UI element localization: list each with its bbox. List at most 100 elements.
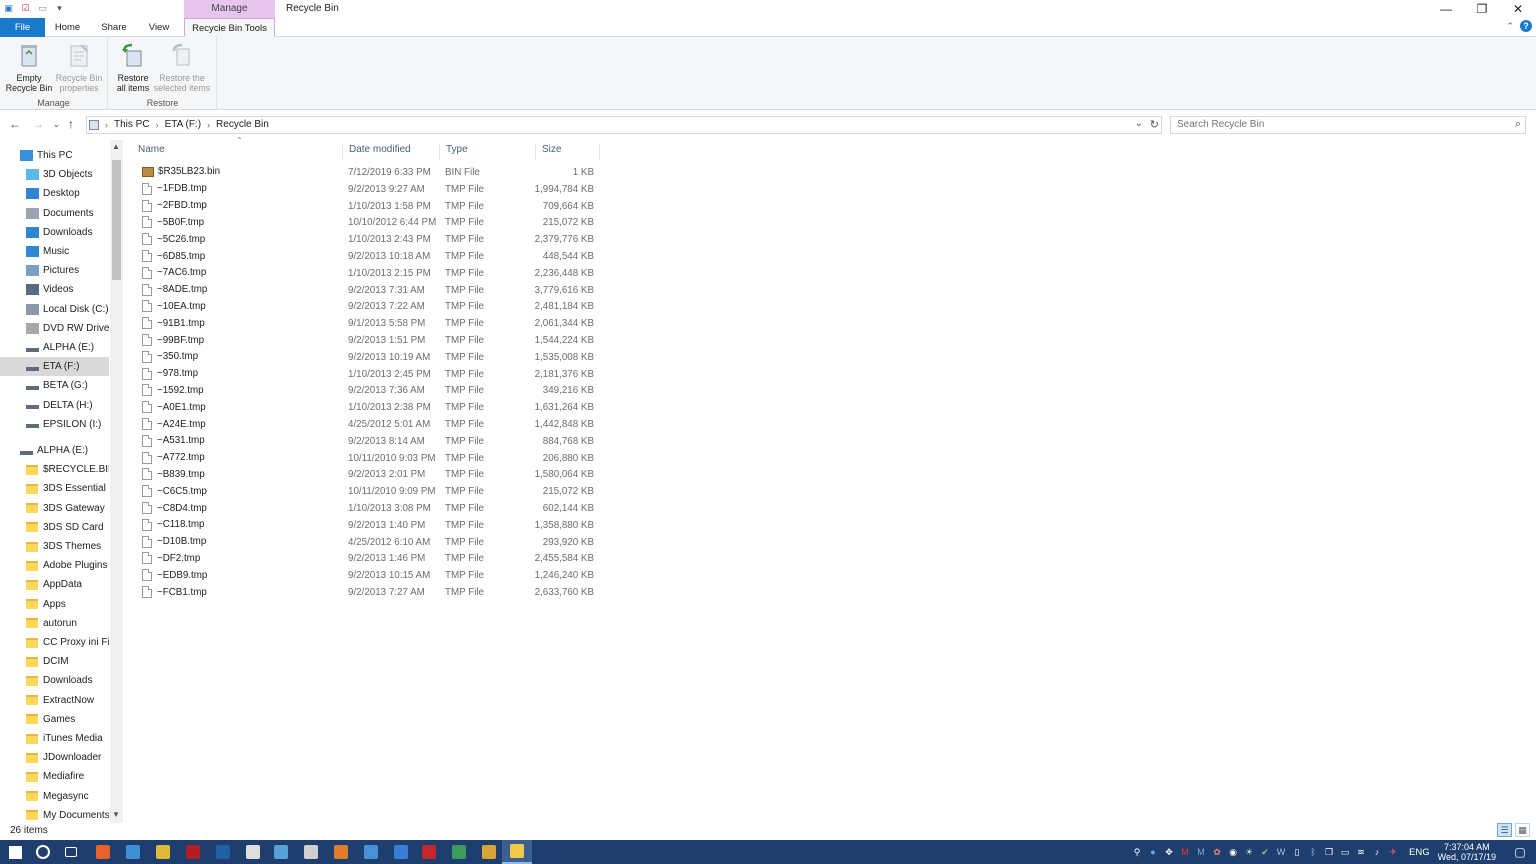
- file-row[interactable]: ~10EA.tmp 9/2/2013 7:22 AM TMP File 2,481,1…: [132, 298, 602, 315]
- search-box[interactable]: ⌕: [1170, 116, 1526, 134]
- calculator-icon[interactable]: [296, 840, 326, 864]
- tray-app-icon[interactable]: M: [1193, 840, 1209, 864]
- file-row[interactable]: ~A0E1.tmp 1/10/2013 2:38 PM TMP File 1,631,…: [132, 399, 602, 416]
- tray-app-icon[interactable]: ✥: [1161, 840, 1177, 864]
- steam-icon[interactable]: ◉: [1225, 840, 1241, 864]
- filezilla-icon[interactable]: [414, 840, 444, 864]
- tray-app-icon[interactable]: ✿: [1209, 840, 1225, 864]
- restore-all-items-button[interactable]: Restore all items: [111, 41, 155, 93]
- tray-app-icon[interactable]: ✔: [1257, 840, 1273, 864]
- chevron-up-icon[interactable]: ⌃: [1506, 21, 1514, 32]
- photoshop-icon[interactable]: [208, 840, 238, 864]
- scroll-up-icon[interactable]: ▲: [112, 142, 120, 151]
- nav-item[interactable]: autorun: [0, 614, 109, 633]
- nav-item[interactable]: ALPHA (E:): [0, 338, 109, 357]
- nav-item[interactable]: BETA (G:): [0, 376, 109, 395]
- scroll-down-icon[interactable]: ▼: [112, 810, 120, 819]
- breadcrumb-this-pc[interactable]: This PC: [114, 119, 150, 130]
- usb-icon[interactable]: ▯: [1289, 840, 1305, 864]
- app-icon[interactable]: [444, 840, 474, 864]
- word-icon[interactable]: W: [1273, 840, 1289, 864]
- people-icon[interactable]: ⚲: [1129, 840, 1145, 864]
- nav-item[interactable]: This PC: [0, 146, 109, 165]
- nav-item[interactable]: 3DS SD Card: [0, 518, 109, 537]
- battery-icon[interactable]: ▭: [1337, 840, 1353, 864]
- file-row[interactable]: ~FCB1.tmp 9/2/2013 7:27 AM TMP File 2,633,7…: [132, 584, 602, 601]
- firefox-icon[interactable]: [88, 840, 118, 864]
- explorer-icon[interactable]: ▣: [2, 2, 15, 15]
- restore-button[interactable]: ❐: [1464, 0, 1500, 18]
- tab-home[interactable]: Home: [45, 18, 90, 37]
- file-row[interactable]: ~DF2.tmp 9/2/2013 1:46 PM TMP File 2,455,58…: [132, 550, 602, 567]
- nav-item[interactable]: My Documents: [0, 806, 109, 823]
- nav-item[interactable]: ETA (F:): [0, 357, 109, 377]
- forward-arrow-icon[interactable]: →: [32, 117, 44, 131]
- help-icon[interactable]: ?: [1520, 20, 1532, 32]
- empty-recycle-bin-button[interactable]: Empty Recycle Bin: [4, 41, 54, 93]
- nav-item[interactable]: Games: [0, 710, 109, 729]
- column-header-size[interactable]: Size: [536, 144, 600, 160]
- nav-item[interactable]: 3DS Themes: [0, 537, 109, 556]
- file-row[interactable]: ~8ADE.tmp 9/2/2013 7:31 AM TMP File 3,779,6…: [132, 282, 602, 299]
- recycle-bin-properties-button[interactable]: Recycle Bin properties: [53, 41, 105, 93]
- file-row[interactable]: ~1592.tmp 9/2/2013 7:36 AM TMP File 349,216…: [132, 382, 602, 399]
- file-row[interactable]: ~6D85.tmp 9/2/2013 10:18 AM TMP File 448,54…: [132, 248, 602, 265]
- app-icon[interactable]: [118, 840, 148, 864]
- file-row[interactable]: ~5C26.tmp 1/10/2013 2:43 PM TMP File 2,379,…: [132, 231, 602, 248]
- refresh-icon[interactable]: ↻: [1150, 118, 1159, 131]
- recent-locations-chevron-icon[interactable]: ⌄: [53, 120, 60, 129]
- notifications-icon[interactable]: ▢: [1510, 845, 1530, 859]
- address-bar[interactable]: › This PC › ETA (F:) › Recycle Bin ⌄ ↻: [86, 116, 1162, 134]
- nav-item[interactable]: Megasync: [0, 787, 109, 806]
- clock[interactable]: 7:37:04 AM Wed, 07/17/19: [1438, 842, 1496, 862]
- file-row[interactable]: ~D10B.tmp 4/25/2012 6:10 AM TMP File 293,92…: [132, 534, 602, 551]
- nav-item[interactable]: Downloads: [0, 223, 109, 242]
- nav-item[interactable]: iTunes Media: [0, 729, 109, 748]
- column-header-date[interactable]: Date modified: [343, 144, 440, 160]
- up-arrow-icon[interactable]: ↑: [68, 117, 74, 131]
- app-icon[interactable]: [238, 840, 268, 864]
- restore-selected-items-button[interactable]: Restore the selected items: [151, 41, 213, 93]
- tray-app-icon[interactable]: ✈: [1385, 840, 1401, 864]
- app-icon[interactable]: [356, 840, 386, 864]
- file-row[interactable]: ~EDB9.tmp 9/2/2013 10:15 AM TMP File 1,246,…: [132, 567, 602, 584]
- nav-item[interactable]: Adobe Plugins: [0, 556, 109, 575]
- address-dropdown-icon[interactable]: ⌄: [1135, 118, 1143, 129]
- nav-item[interactable]: EPSILON (I:): [0, 415, 109, 434]
- cortana-icon[interactable]: [28, 840, 58, 864]
- nav-item[interactable]: Videos: [0, 280, 109, 299]
- tray-app-icon[interactable]: ●: [1145, 840, 1161, 864]
- chrome-icon[interactable]: [148, 840, 178, 864]
- tab-share[interactable]: Share: [90, 18, 138, 37]
- file-row[interactable]: ~978.tmp 1/10/2013 2:45 PM TMP File 2,181,3…: [132, 366, 602, 383]
- app-icon[interactable]: [266, 840, 296, 864]
- volume-icon[interactable]: ♪: [1369, 840, 1385, 864]
- nav-item[interactable]: Desktop: [0, 184, 109, 203]
- nav-item[interactable]: Music: [0, 242, 109, 261]
- scrollbar-thumb[interactable]: [112, 160, 121, 280]
- nav-item[interactable]: ALPHA (E:): [0, 441, 109, 460]
- file-row[interactable]: ~1FDB.tmp 9/2/2013 9:27 AM TMP File 1,994,7…: [132, 181, 602, 198]
- tab-recycle-bin-tools[interactable]: Recycle Bin Tools: [184, 18, 275, 37]
- nav-item[interactable]: CC Proxy ini File: [0, 633, 109, 652]
- task-view-icon[interactable]: [56, 840, 86, 864]
- nav-item[interactable]: Documents: [0, 204, 109, 223]
- close-button[interactable]: ✕: [1500, 0, 1536, 18]
- tray-app-icon[interactable]: ❒: [1321, 840, 1337, 864]
- back-arrow-icon[interactable]: ←: [9, 117, 21, 131]
- large-icons-view-icon[interactable]: ▦: [1515, 823, 1530, 837]
- nav-item[interactable]: JDownloader: [0, 748, 109, 767]
- start-icon[interactable]: [0, 840, 30, 864]
- file-row[interactable]: $R35LB23.bin 7/12/2019 6:33 PM BIN File 1 K…: [132, 164, 602, 181]
- file-row[interactable]: ~99BF.tmp 9/2/2013 1:51 PM TMP File 1,544,2…: [132, 332, 602, 349]
- nav-item[interactable]: AppData: [0, 575, 109, 594]
- search-icon[interactable]: ⌕: [1515, 118, 1521, 131]
- nav-item[interactable]: Pictures: [0, 261, 109, 280]
- nav-item[interactable]: Local Disk (C:): [0, 300, 109, 319]
- file-row[interactable]: ~7AC6.tmp 1/10/2013 2:15 PM TMP File 2,236,…: [132, 265, 602, 282]
- file-row[interactable]: ~2FBD.tmp 1/10/2013 1:58 PM TMP File 709,66…: [132, 198, 602, 215]
- file-row[interactable]: ~C118.tmp 9/2/2013 1:40 PM TMP File 1,358,8…: [132, 517, 602, 534]
- nav-item[interactable]: 3D Objects: [0, 165, 109, 184]
- file-explorer-icon[interactable]: [502, 840, 532, 864]
- nav-scrollbar[interactable]: ▲ ▼: [110, 140, 123, 823]
